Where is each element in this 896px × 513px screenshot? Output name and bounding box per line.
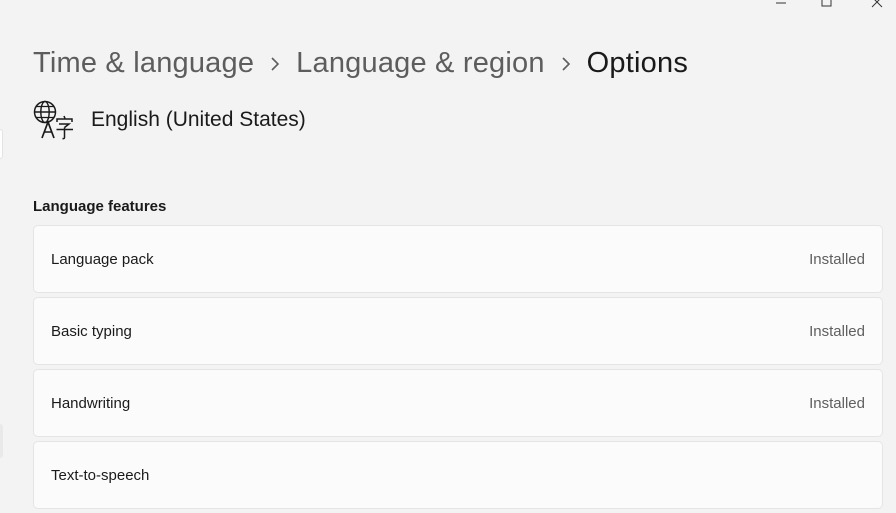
sidebar-search-edge[interactable] xyxy=(0,129,3,159)
chevron-right-icon xyxy=(254,53,296,73)
feature-status: Installed xyxy=(809,394,865,412)
feature-row-language-pack: Language pack Installed xyxy=(33,225,883,293)
language-name: English (United States) xyxy=(91,108,306,131)
feature-row-text-to-speech: Text-to-speech xyxy=(33,441,883,509)
maximize-icon xyxy=(821,0,832,7)
language-header: English (United States) xyxy=(33,100,306,140)
maximize-button[interactable] xyxy=(804,0,850,12)
breadcrumb-options: Options xyxy=(586,46,689,79)
minimize-button[interactable] xyxy=(758,0,804,12)
feature-label: Basic typing xyxy=(51,322,132,340)
section-title-language-features: Language features xyxy=(33,198,167,215)
breadcrumb-language-region[interactable]: Language & region xyxy=(296,47,545,80)
feature-status: Installed xyxy=(809,322,865,340)
close-button[interactable] xyxy=(850,0,896,12)
feature-row-basic-typing: Basic typing Installed xyxy=(33,297,883,365)
minimize-icon xyxy=(776,2,786,4)
window-caption-buttons xyxy=(758,0,896,12)
feature-label: Text-to-speech xyxy=(51,466,150,484)
language-icon xyxy=(33,100,73,140)
language-features-list: Language pack Installed Basic typing Ins… xyxy=(33,225,883,513)
chevron-right-icon xyxy=(545,53,587,73)
close-icon xyxy=(871,0,883,8)
feature-label: Handwriting xyxy=(51,394,131,412)
feature-status: Installed xyxy=(809,250,865,268)
sidebar-item-edge[interactable] xyxy=(0,424,3,458)
breadcrumb: Time & language Language & region Option… xyxy=(33,42,688,84)
feature-row-handwriting: Handwriting Installed xyxy=(33,369,883,437)
feature-label: Language pack xyxy=(51,250,154,268)
breadcrumb-time-language[interactable]: Time & language xyxy=(33,47,254,80)
